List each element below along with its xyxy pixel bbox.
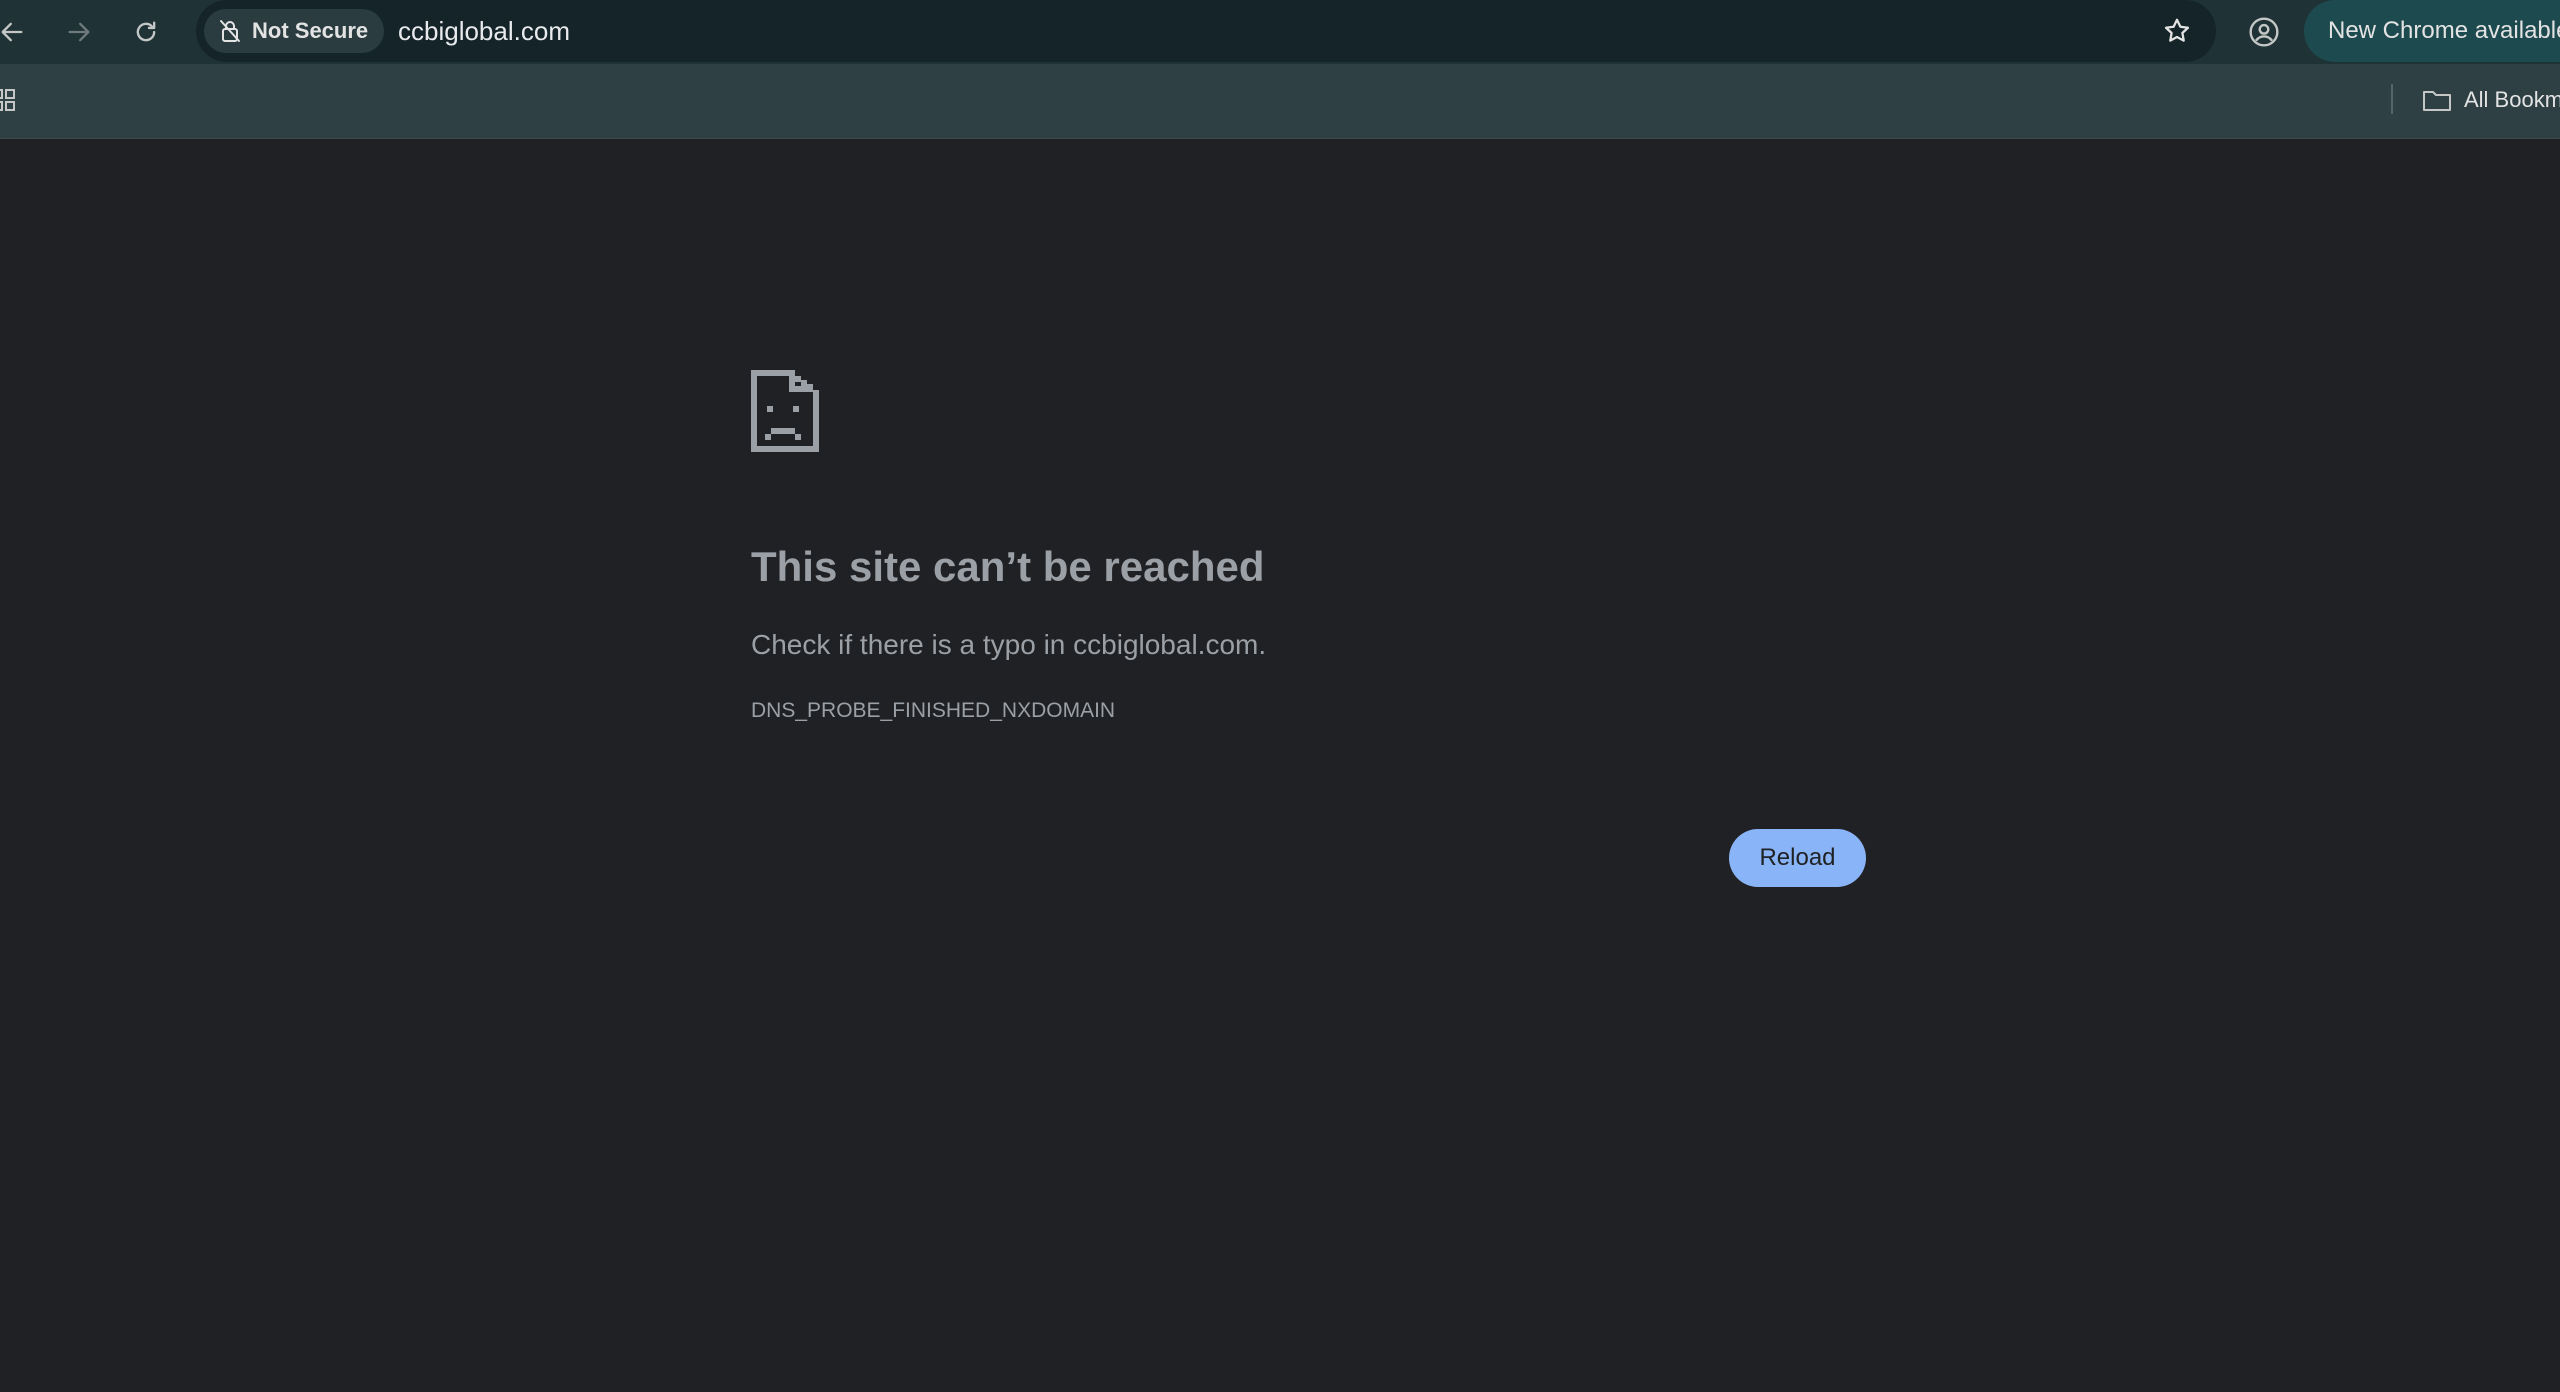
security-chip[interactable]: Not Secure bbox=[204, 9, 385, 53]
reload-icon bbox=[136, 21, 156, 42]
forward-button[interactable] bbox=[53, 6, 105, 58]
error-title: This site can’t be reached bbox=[751, 543, 1265, 590]
profile-icon bbox=[2249, 17, 2279, 47]
star-icon bbox=[2164, 18, 2190, 42]
update-chrome-button[interactable]: New Chrome available bbox=[2304, 0, 2560, 62]
all-bookmarks-button[interactable]: All Bookmarks bbox=[2422, 82, 2560, 118]
forward-icon bbox=[68, 22, 90, 42]
bookmarks-separator bbox=[2391, 84, 2393, 114]
error-page bbox=[0, 139, 2560, 1392]
bookmarks-bar: All Bookmarks bbox=[0, 64, 2560, 138]
profile-button[interactable] bbox=[2238, 6, 2290, 58]
error-description: Check if there is a typo in ccbiglobal.c… bbox=[751, 629, 1267, 660]
bookmark-star-button[interactable] bbox=[2154, 8, 2200, 54]
apps-button[interactable] bbox=[0, 86, 24, 114]
sad-document-icon bbox=[751, 370, 819, 457]
not-secure-icon bbox=[220, 20, 240, 42]
browser-toolbar: Not Secure ccbiglobal.com New Chrome ava… bbox=[0, 0, 2560, 64]
all-bookmarks-label: All Bookmarks bbox=[2464, 87, 2560, 112]
reload-button[interactable] bbox=[120, 6, 172, 58]
security-label: Not Secure bbox=[252, 18, 369, 43]
address-bar[interactable]: Not Secure ccbiglobal.com bbox=[196, 0, 2216, 62]
error-code: DNS_PROBE_FINISHED_NXDOMAIN bbox=[751, 699, 1116, 722]
reload-page-button[interactable]: Reload bbox=[1729, 829, 1866, 887]
back-button[interactable] bbox=[0, 6, 38, 58]
apps-grid-icon bbox=[0, 89, 15, 111]
url-text[interactable]: ccbiglobal.com bbox=[398, 16, 570, 46]
folder-icon bbox=[2423, 91, 2451, 111]
back-icon bbox=[1, 22, 23, 42]
